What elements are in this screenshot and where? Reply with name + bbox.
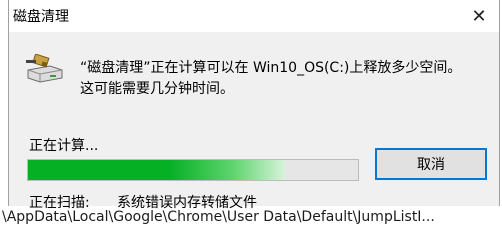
disk-cleanup-icon [26,54,63,83]
progress-fill [28,160,286,180]
title-bar[interactable]: 磁盘清理 ✕ [9,0,499,32]
scanning-item: 系统错误内存转储文件 [117,195,257,211]
disk-cleanup-dialog: 磁盘清理 ✕ “磁盘清理”正在计算可以在 Win10_OS(C:)上释放多少空间… [8,0,500,211]
window-title: 磁盘清理 [13,9,69,25]
calculating-label: 正在计算... [29,138,99,154]
close-icon[interactable]: ✕ [465,3,493,29]
progress-bar [27,159,359,181]
scanning-label: 正在扫描: [29,195,90,211]
info-message: “磁盘清理”正在计算可以在 Win10_OS(C:)上释放多少空间。 这可能需要… [80,58,461,100]
cancel-button[interactable]: 取消 [375,148,487,180]
message-line-1: “磁盘清理”正在计算可以在 Win10_OS(C:)上释放多少空间。 [80,60,462,76]
message-line-2: 这可能需要几分钟时间。 [80,81,234,97]
